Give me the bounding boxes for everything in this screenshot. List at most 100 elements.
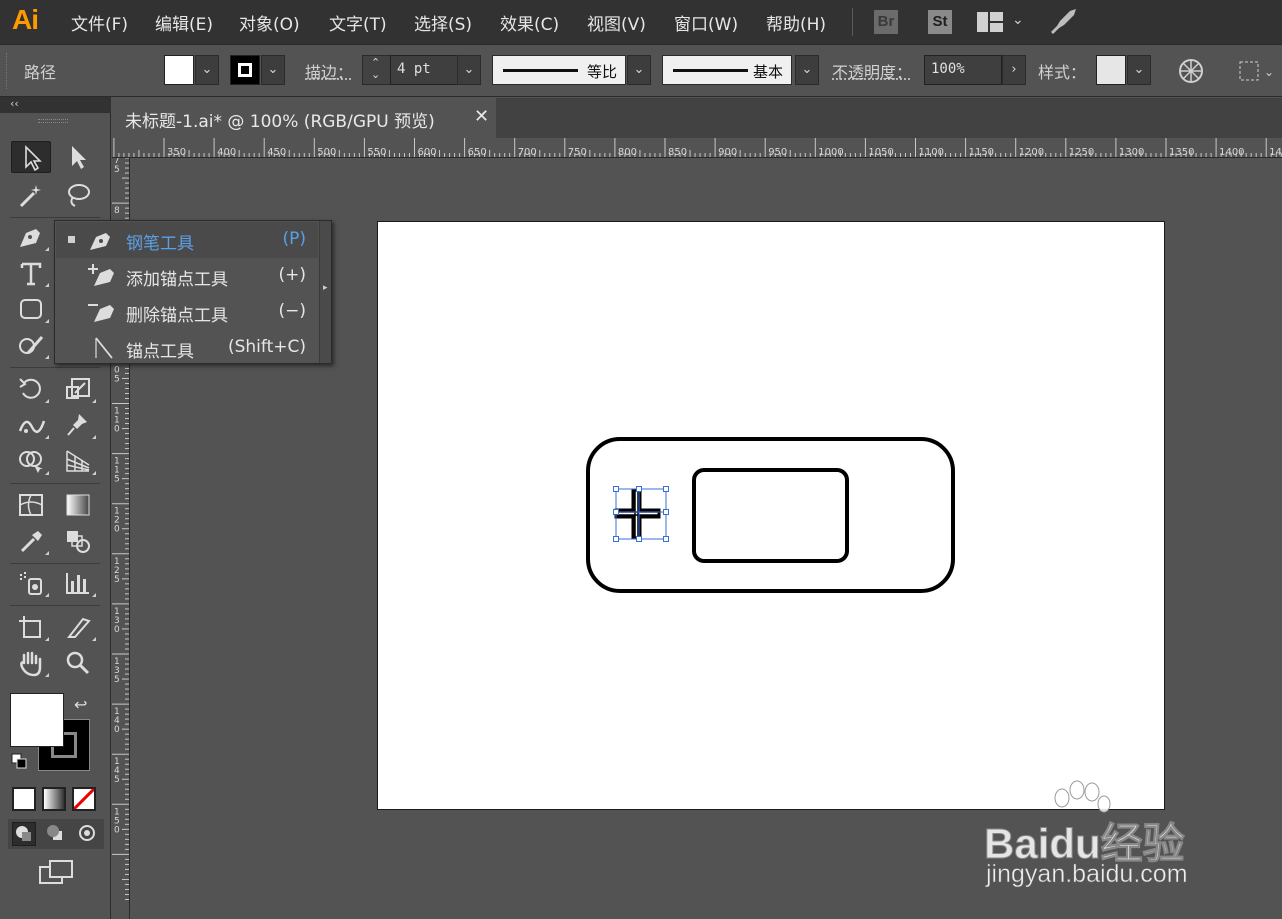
width-tool[interactable]: [11, 409, 51, 441]
menu-type[interactable]: 文字(T): [329, 10, 387, 35]
menu-select[interactable]: 选择(S): [414, 10, 472, 35]
mesh-tool[interactable]: [11, 489, 51, 521]
direct-selection-arrow-icon: [72, 146, 86, 169]
pen-tool[interactable]: [11, 221, 51, 253]
magic-wand-tool[interactable]: [11, 179, 51, 211]
opacity-input[interactable]: 100%: [924, 55, 1002, 85]
magnifier-icon: [66, 651, 90, 675]
eyedropper-tool[interactable]: [11, 525, 51, 557]
menu-effect[interactable]: 效果(C): [500, 10, 559, 35]
draw-inside-icon[interactable]: [76, 822, 100, 846]
transform-bounds-icon[interactable]: ⌄: [1238, 60, 1278, 86]
slice-tool[interactable]: [58, 611, 98, 643]
zoom-tool[interactable]: [58, 647, 98, 679]
ruler-h-label: 1250: [1069, 147, 1094, 158]
perspective-grid-icon: [66, 450, 90, 472]
width-tool-icon: [18, 420, 46, 434]
bridge-icon[interactable]: Br: [874, 10, 898, 34]
collapse-toolbar-button[interactable]: ‹‹: [0, 97, 111, 113]
symbol-sprayer-tool[interactable]: [11, 567, 51, 599]
scale-tool[interactable]: [58, 373, 98, 405]
ruler-h-label: 1150: [969, 147, 994, 158]
stroke-weight-stepper[interactable]: ⌃ ⌄: [362, 55, 392, 85]
ruler-h-label: 800: [618, 147, 637, 158]
perspective-grid-tool[interactable]: [58, 445, 98, 477]
color-mode-none[interactable]: [72, 787, 96, 811]
rotate-icon: [19, 378, 41, 399]
stroke-weight-input[interactable]: 4 pt: [390, 55, 458, 85]
ruler-h-label: 1000: [818, 147, 843, 158]
chevron-down-icon[interactable]: ⌄: [1012, 12, 1024, 28]
document-tab[interactable]: 未标题-1.ai* @ 100% (RGB/GPU 预览) ✕: [112, 98, 496, 138]
stroke-label[interactable]: 描边：: [305, 59, 353, 83]
inner-rounded-rectangle: [692, 468, 849, 563]
color-mode-gradient[interactable]: [42, 787, 66, 811]
shape-builder-tool[interactable]: [11, 445, 51, 477]
cross-shape: [614, 488, 661, 540]
menu-edit[interactable]: 编辑(E): [155, 10, 213, 35]
fill-color-box[interactable]: [10, 693, 64, 747]
screen-mode-icon[interactable]: [38, 859, 74, 891]
gradient-icon: [66, 494, 90, 516]
lasso-icon: [68, 184, 90, 207]
fill-swatch[interactable]: [164, 55, 194, 85]
toolbar-grip[interactable]: [38, 119, 68, 123]
stock-icon[interactable]: St: [928, 10, 952, 34]
swap-colors-icon[interactable]: ↩: [74, 695, 87, 714]
puppet-warp-tool[interactable]: [58, 409, 98, 441]
variable-width-profile[interactable]: 等比: [492, 55, 626, 85]
artboard-tool[interactable]: [11, 611, 51, 643]
ruler-h-label: 1400: [1219, 147, 1244, 158]
gradient-tool[interactable]: [58, 489, 98, 521]
menu-object[interactable]: 对象(O): [239, 10, 300, 35]
recolor-artwork-icon[interactable]: [1178, 58, 1204, 88]
graphic-style-swatch[interactable]: [1096, 55, 1126, 85]
workspace-layout-icon[interactable]: [977, 12, 1003, 32]
flyout-delete-anchor-point-tool[interactable]: 删除锚点工具 (−): [56, 294, 318, 330]
magic-wand-icon: [19, 185, 41, 208]
pen-nib-icon: [20, 229, 40, 247]
flyout-pen-tool[interactable]: 钢笔工具 (P): [56, 222, 318, 258]
type-tool[interactable]: [11, 257, 51, 289]
stroke-swatch[interactable]: [230, 55, 260, 85]
hand-tool[interactable]: [11, 647, 51, 679]
column-graph-tool[interactable]: [58, 567, 98, 599]
stroke-dropdown-chevron-icon[interactable]: ⌄: [261, 55, 285, 85]
shape-builder-icon: [19, 451, 43, 473]
stroke-weight-chevron-icon[interactable]: ⌄: [457, 55, 481, 85]
control-bar-grip[interactable]: [6, 53, 9, 89]
brush-definition[interactable]: 基本: [662, 55, 792, 85]
default-colors-icon[interactable]: [11, 753, 27, 769]
fill-dropdown-chevron-icon[interactable]: ⌄: [195, 55, 219, 85]
draw-behind-icon[interactable]: [44, 822, 68, 846]
artboard[interactable]: [377, 221, 1165, 810]
flyout-anchor-point-tool[interactable]: 锚点工具 (Shift+C): [56, 330, 318, 366]
tearoff-flyout-handle[interactable]: ▸: [319, 221, 331, 363]
style-chevron-icon[interactable]: ⌄: [1127, 55, 1151, 85]
blend-tool[interactable]: [58, 525, 98, 557]
menu-window[interactable]: 窗口(W): [674, 10, 738, 35]
selection-tool[interactable]: [11, 141, 51, 173]
flyout-add-anchor-point-tool[interactable]: 添加锚点工具 (+): [56, 258, 318, 294]
drawing-modes: [8, 819, 104, 849]
profile-chevron-icon[interactable]: ⌄: [627, 55, 651, 85]
brush-chevron-icon[interactable]: ⌄: [795, 55, 819, 85]
opacity-label[interactable]: 不透明度：: [832, 59, 912, 83]
rotate-tool[interactable]: [11, 373, 51, 405]
opacity-chevron-right-icon[interactable]: ›: [1002, 55, 1026, 85]
shaper-tool[interactable]: [11, 329, 51, 361]
svg-text:⌄: ⌄: [1264, 65, 1274, 79]
ruler-v-label: 5: [114, 575, 120, 585]
menu-help[interactable]: 帮助(H): [766, 10, 826, 35]
rectangle-tool[interactable]: [11, 293, 51, 325]
selected-bullet-icon: [68, 236, 75, 243]
ruler-h-label: 550: [367, 147, 386, 158]
rocket-icon[interactable]: [1050, 9, 1078, 39]
menu-view[interactable]: 视图(V): [587, 10, 646, 35]
close-tab-icon[interactable]: ✕: [474, 106, 489, 127]
lasso-tool[interactable]: [58, 179, 98, 211]
color-mode-solid[interactable]: [12, 787, 36, 811]
direct-selection-tool[interactable]: [58, 141, 98, 173]
menu-file[interactable]: 文件(F): [71, 10, 128, 35]
draw-normal-icon[interactable]: [12, 822, 36, 846]
